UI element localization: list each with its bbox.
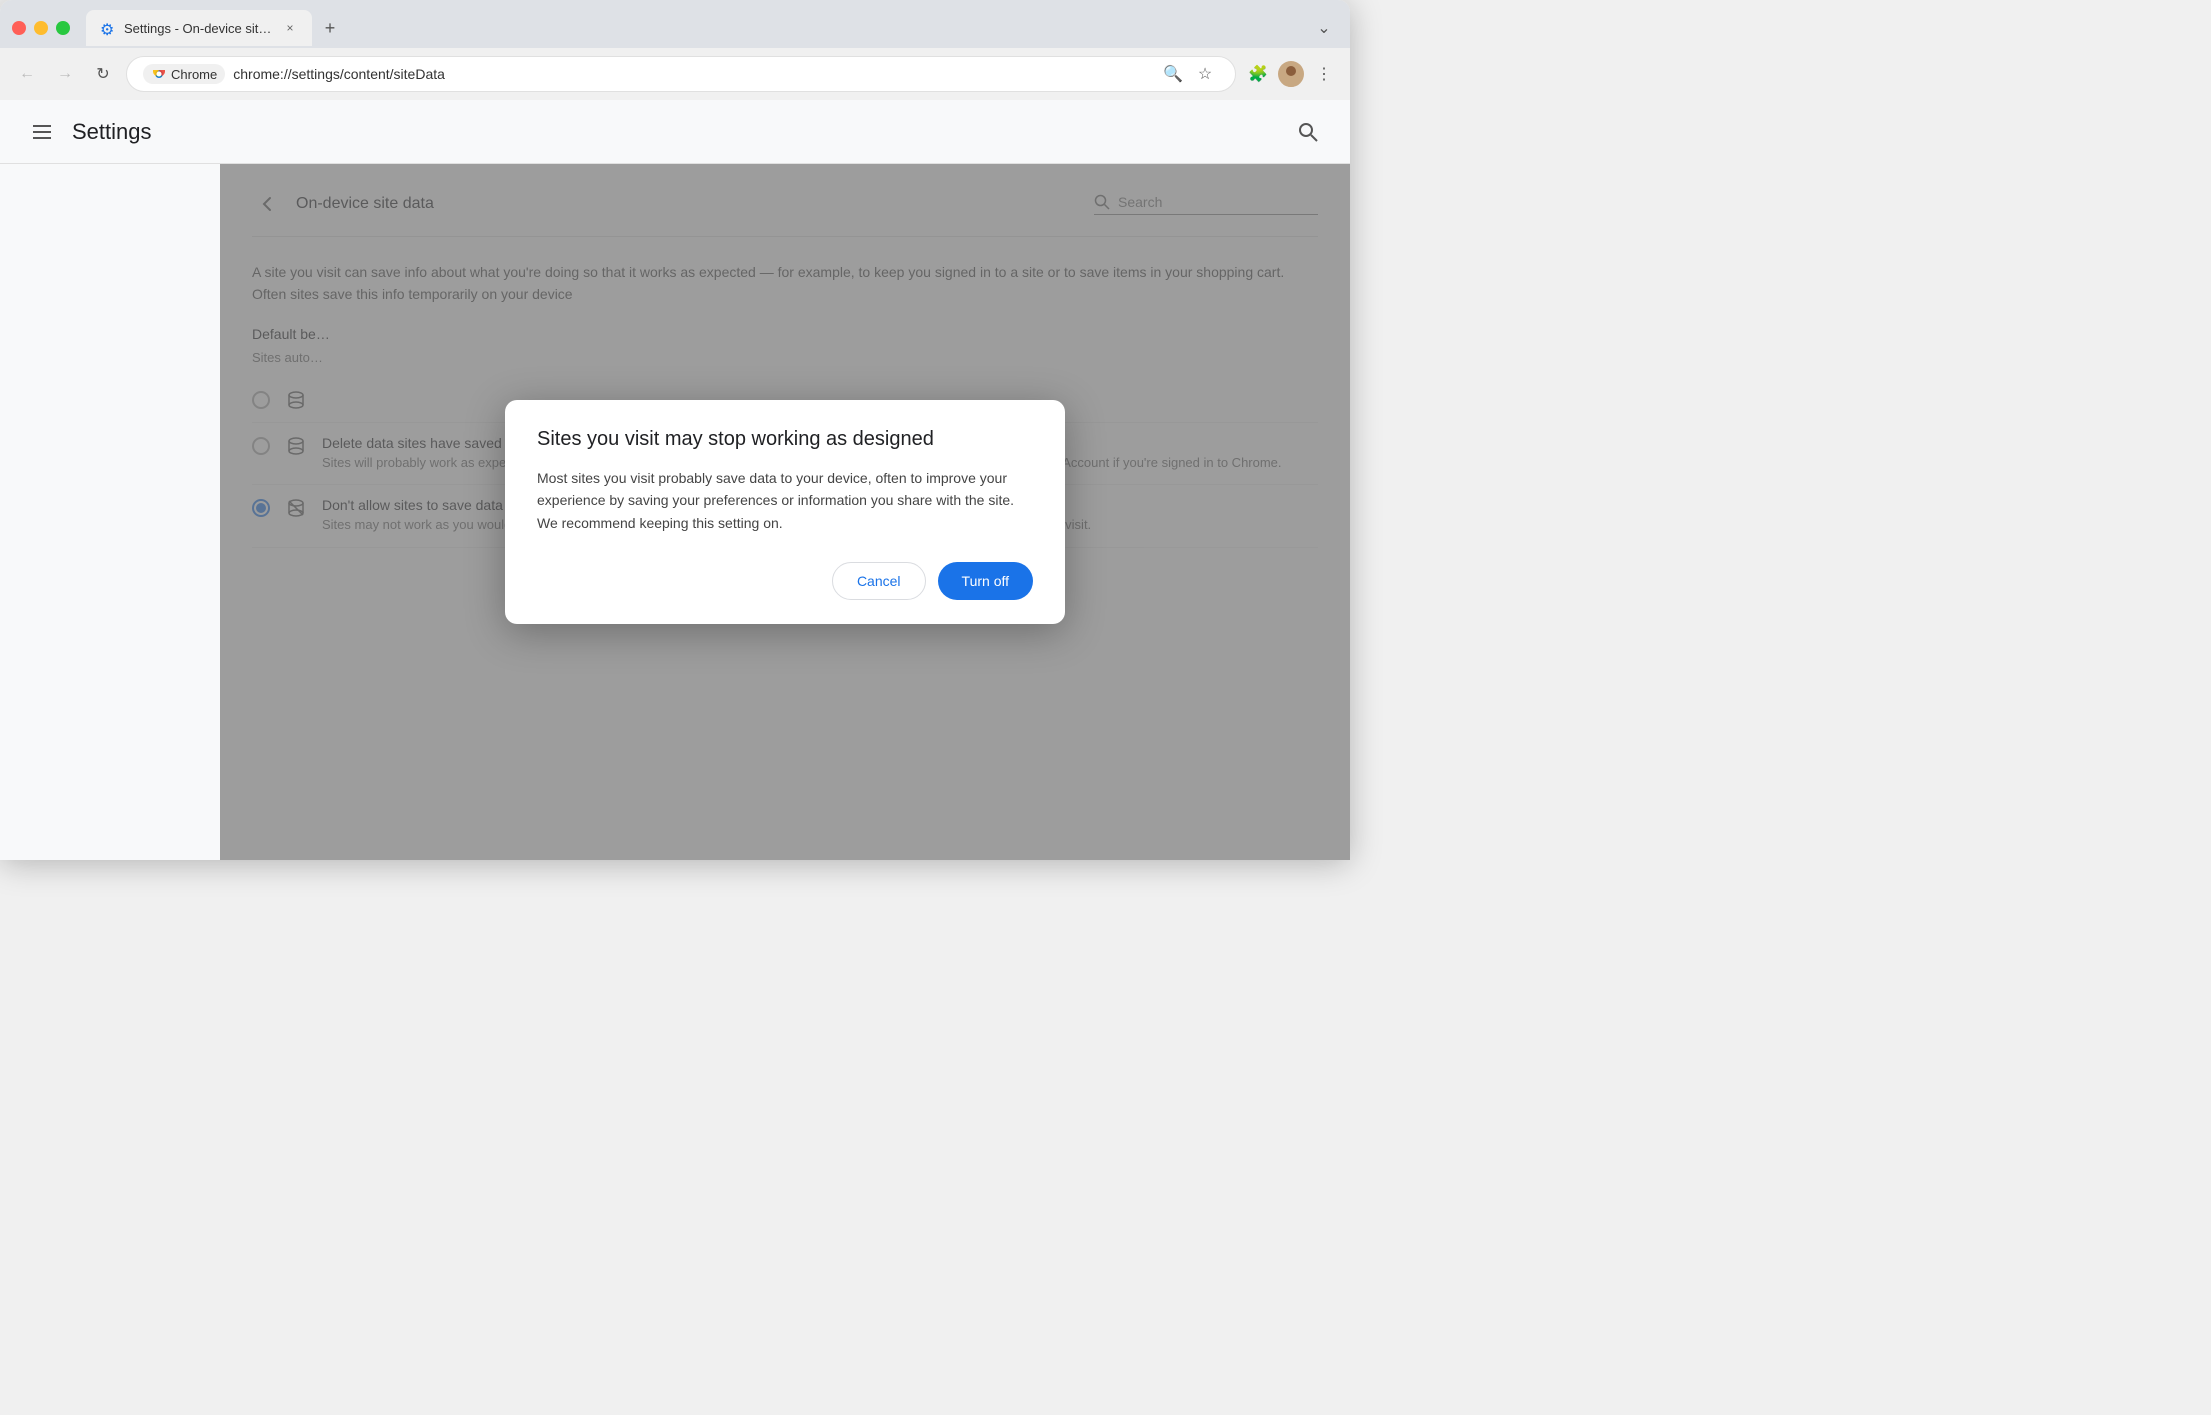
browser-frame: ⚙ Settings - On-device site da… × + ⌄ ← … (0, 0, 1350, 100)
url-display[interactable]: chrome://settings/content/siteData (233, 66, 1151, 82)
dialog-title: Sites you visit may stop working as desi… (537, 428, 1033, 451)
search-icon (1298, 122, 1318, 142)
cancel-button[interactable]: Cancel (832, 562, 926, 600)
address-icons: 🔍 ☆ (1159, 60, 1219, 88)
tab-title: Settings - On-device site da… (124, 21, 274, 36)
chrome-label: Chrome (171, 67, 217, 82)
active-tab[interactable]: ⚙ Settings - On-device site da… × (86, 10, 312, 46)
hamburger-icon (33, 125, 51, 139)
extensions-icon[interactable]: 🧩 (1244, 60, 1272, 88)
dialog: Sites you visit may stop working as desi… (505, 400, 1065, 624)
tab-close-button[interactable]: × (282, 20, 298, 36)
browser-toolbar: 🧩 ⋮ (1244, 60, 1338, 88)
tab-favicon-icon: ⚙ (100, 20, 116, 36)
settings-body: On-device site data A site you visit can… (0, 164, 1350, 860)
zoom-icon[interactable]: 🔍 (1159, 60, 1187, 88)
tab-bar: ⚙ Settings - On-device site da… × + ⌄ (0, 0, 1350, 48)
settings-title: Settings (72, 119, 1290, 145)
menu-icon[interactable]: ⋮ (1310, 60, 1338, 88)
address-field[interactable]: Chrome chrome://settings/content/siteDat… (126, 56, 1236, 92)
dialog-body: Most sites you visit probably save data … (537, 467, 1033, 534)
chrome-logo-icon (151, 66, 167, 82)
traffic-lights (12, 21, 70, 35)
main-content: On-device site data A site you visit can… (220, 164, 1350, 860)
sidebar (0, 164, 220, 860)
dialog-overlay: Sites you visit may stop working as desi… (220, 164, 1350, 860)
settings-header: Settings (0, 100, 1350, 164)
hamburger-menu-button[interactable] (24, 114, 60, 150)
new-tab-button[interactable]: + (316, 14, 344, 42)
avatar[interactable] (1278, 61, 1304, 87)
address-bar-row: ← → ↻ Chrome chrome://settings/content/s… (0, 48, 1350, 100)
turn-off-button[interactable]: Turn off (938, 562, 1033, 600)
back-button[interactable]: ← (12, 59, 42, 89)
settings-search-button[interactable] (1290, 114, 1326, 150)
settings-page: Settings On- (0, 100, 1350, 860)
dialog-actions: Cancel Turn off (537, 562, 1033, 600)
close-window-button[interactable] (12, 21, 26, 35)
bookmark-icon[interactable]: ☆ (1191, 60, 1219, 88)
maximize-window-button[interactable] (56, 21, 70, 35)
chrome-badge: Chrome (143, 64, 225, 84)
reload-button[interactable]: ↻ (88, 59, 118, 89)
forward-button[interactable]: → (50, 59, 80, 89)
minimize-window-button[interactable] (34, 21, 48, 35)
tab-dropdown-button[interactable]: ⌄ (1310, 14, 1338, 42)
